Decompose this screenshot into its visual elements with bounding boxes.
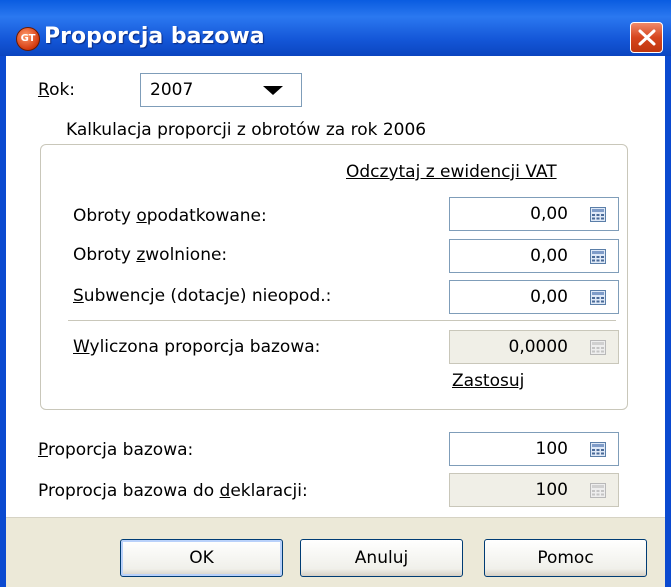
app-icon: GT <box>16 27 40 51</box>
obroty-zwolnione-field[interactable]: 0,00 <box>449 239 619 273</box>
calculator-icon[interactable] <box>590 442 606 457</box>
ok-button[interactable]: OK <box>120 539 283 577</box>
chevron-down-icon[interactable] <box>263 86 283 95</box>
rok-select-value: 2007 <box>150 80 194 100</box>
wyliczona-value: 0,0000 <box>508 337 568 357</box>
deklaracja-label: Proprocja bazowa do deklaracji: <box>38 481 308 501</box>
subwencje-field[interactable]: 0,00 <box>449 280 619 314</box>
rok-select[interactable]: 2007 <box>140 73 302 107</box>
proporcja-value: 100 <box>535 439 568 459</box>
obroty-opodatkowane-label: Obroty opodatkowane: <box>73 206 267 226</box>
apply-link[interactable]: Zastosuj <box>452 371 524 391</box>
read-vat-link[interactable]: Odczytaj z ewidencji VAT <box>346 162 557 182</box>
window-frame-left <box>0 56 6 587</box>
deklaracja-value: 100 <box>535 480 568 500</box>
obroty-zwolnione-value: 0,00 <box>530 246 568 266</box>
calculator-icon[interactable] <box>590 249 606 264</box>
calculator-icon <box>590 340 606 355</box>
calculation-group <box>40 144 628 410</box>
rok-label-rest: ok: <box>49 80 76 100</box>
calculator-icon[interactable] <box>590 207 606 222</box>
help-button[interactable]: Pomoc <box>484 539 647 577</box>
rok-label: Rok: <box>38 80 75 100</box>
wyliczona-field: 0,0000 <box>449 330 619 364</box>
dialog-window: GT Proporcja bazowa Rok: 2007 Kalkulacja… <box>0 0 671 587</box>
deklaracja-field: 100 <box>449 473 619 507</box>
calculator-icon[interactable] <box>590 290 606 305</box>
subwencje-label: Subwencje (dotacje) nieopod.: <box>73 286 332 306</box>
subwencje-value: 0,00 <box>530 287 568 307</box>
proporcja-field[interactable]: 100 <box>449 432 619 466</box>
obroty-opodatkowane-field[interactable]: 0,00 <box>449 197 619 231</box>
close-button[interactable] <box>630 22 663 53</box>
close-icon <box>638 29 656 46</box>
cancel-button[interactable]: Anuluj <box>300 539 463 577</box>
group-separator <box>68 320 616 321</box>
obroty-zwolnione-label: Obroty zwolnione: <box>73 245 228 265</box>
calculation-group-legend: Kalkulacja proporcji z obrotów za rok 20… <box>62 120 431 140</box>
calculator-icon <box>590 483 606 498</box>
rok-label-mnemonic: R <box>38 80 50 100</box>
proporcja-label: Proporcja bazowa: <box>38 440 194 460</box>
title-bar: GT Proporcja bazowa <box>0 0 671 56</box>
wyliczona-label: Wyliczona proporcja bazowa: <box>73 337 321 357</box>
window-title: Proporcja bazowa <box>44 24 265 49</box>
obroty-opodatkowane-value: 0,00 <box>530 204 568 224</box>
window-frame-right <box>665 56 671 587</box>
